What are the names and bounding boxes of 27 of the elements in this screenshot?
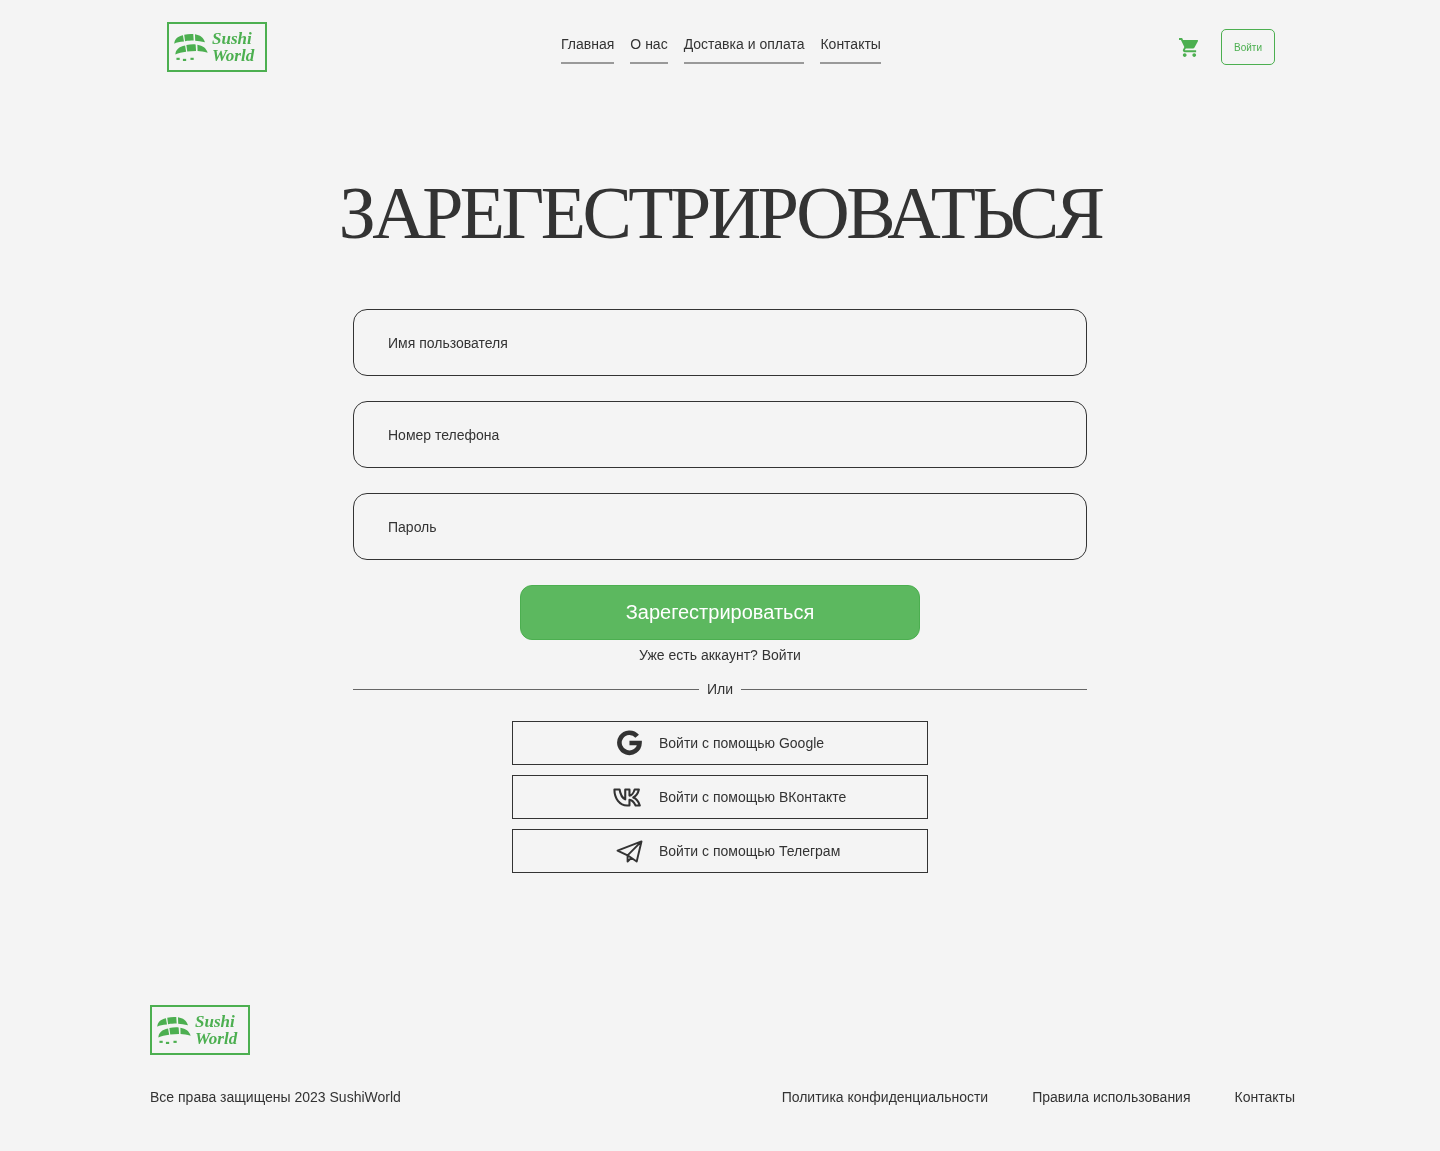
social-login-button[interactable]: Войти с помощью Google — [512, 721, 928, 765]
footer-link[interactable]: Политика конфиденциальности — [781, 1088, 989, 1106]
nav-link[interactable]: Главная — [561, 34, 615, 64]
logo-text: World — [195, 1030, 238, 1047]
input-field[interactable]: Номер телефона — [353, 401, 1087, 468]
logo-text: Sushi — [212, 30, 253, 47]
login-prompt: Уже есть аккаунт? Войти — [639, 646, 801, 664]
logo-text: World — [212, 47, 255, 64]
nav-link[interactable]: Доставка и оплата — [683, 34, 805, 64]
copyright-text: Все права защищены 2023 SushiWorld — [150, 1088, 401, 1106]
page-title: ЗАРЕГЕСТРИРОВАТЬСЯ — [338, 175, 1102, 251]
logo-text: Sushi — [195, 1013, 236, 1030]
input-field[interactable]: Имя пользователя — [353, 309, 1087, 376]
cart-icon[interactable] — [1179, 37, 1199, 57]
social-login-button[interactable]: Войти с помощью ВКонтакте — [512, 775, 928, 819]
nav-link[interactable]: Контакты — [820, 34, 881, 64]
footer-link[interactable]: Контакты — [1234, 1088, 1295, 1106]
input-field[interactable]: Пароль — [353, 493, 1087, 560]
social-login-button[interactable]: Войти с помощью Телеграм — [512, 829, 928, 873]
sushi-rolls-icon — [173, 33, 209, 61]
google-logo-icon — [616, 730, 642, 756]
divider-text: Или — [706, 680, 734, 698]
nav-link[interactable]: О нас — [630, 34, 668, 64]
login-link[interactable]: Войти — [761, 647, 801, 663]
sushi-rolls-icon — [156, 1016, 192, 1044]
paper-plane-icon — [615, 839, 643, 863]
footer-link[interactable]: Правила использования — [1032, 1088, 1191, 1106]
